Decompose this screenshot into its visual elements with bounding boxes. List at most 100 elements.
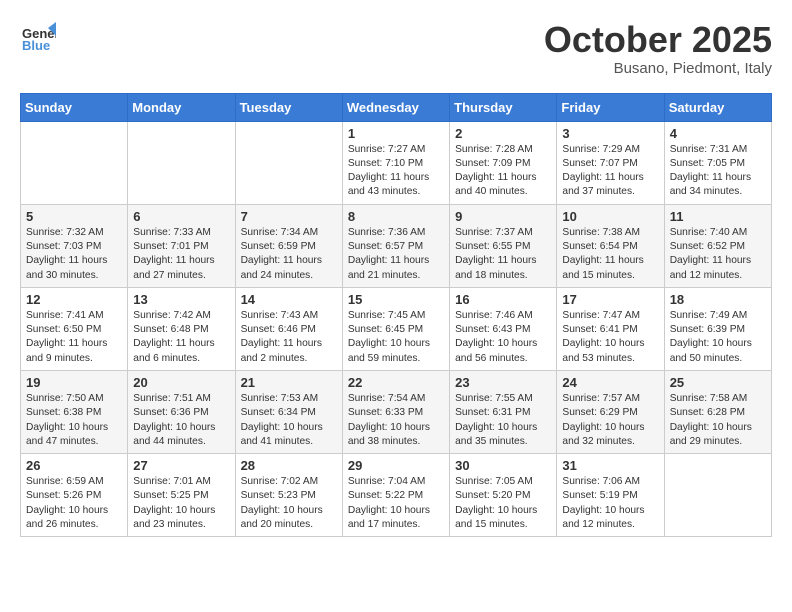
- calendar-cell: 19Sunrise: 7:50 AMSunset: 6:38 PMDayligh…: [21, 370, 128, 453]
- day-number: 15: [348, 292, 444, 307]
- day-number: 28: [241, 458, 337, 473]
- logo: General Blue: [20, 20, 56, 56]
- calendar-cell: 26 Sunrise: 6:59 AMSunset: 5:26 PMDayligh…: [21, 454, 128, 537]
- calendar-cell: 22 Sunrise: 7:54 AMSunset: 6:33 PMDayligh…: [342, 370, 449, 453]
- day-number: 18: [670, 292, 766, 307]
- week-row-2: 5 Sunrise: 7:32 AMSunset: 7:03 PMDaylight…: [21, 204, 772, 287]
- day-number: 23: [455, 375, 551, 390]
- calendar-cell: 16Sunrise: 7:46 AMSunset: 6:43 PMDayligh…: [450, 287, 557, 370]
- day-info: Sunrise: 7:36 AMSunset: 6:57 PMDaylight:…: [348, 226, 444, 283]
- calendar-cell: 8 Sunrise: 7:36 AMSunset: 6:57 PMDaylight…: [342, 204, 449, 287]
- day-number: 22: [348, 375, 444, 390]
- day-info: Sunrise: 7:38 AMSunset: 6:54 PMDaylight:…: [562, 226, 658, 283]
- day-info: Sunrise: 7:57 AMSunset: 6:29 PMDaylight:…: [562, 392, 658, 449]
- calendar-cell: 11Sunrise: 7:40 AMSunset: 6:52 PMDayligh…: [664, 204, 771, 287]
- location-subtitle: Busano, Piedmont, Italy: [544, 60, 772, 77]
- day-info: Sunrise: 7:42 AMSunset: 6:48 PMDaylight:…: [133, 309, 229, 366]
- day-info: Sunrise: 7:02 AMSunset: 5:23 PMDaylight:…: [241, 475, 337, 532]
- calendar-cell: 10 Sunrise: 7:38 AMSunset: 6:54 PMDayligh…: [557, 204, 664, 287]
- day-number: 10: [562, 209, 658, 224]
- day-number: 9: [455, 209, 551, 224]
- calendar-cell: 28 Sunrise: 7:02 AMSunset: 5:23 PMDayligh…: [235, 454, 342, 537]
- day-info: Sunrise: 7:37 AMSunset: 6:55 PMDaylight:…: [455, 226, 551, 283]
- day-number: 14: [241, 292, 337, 307]
- weekday-header-thursday: Thursday: [450, 93, 557, 121]
- calendar-cell: 15Sunrise: 7:45 AMSunset: 6:45 PMDayligh…: [342, 287, 449, 370]
- day-info: Sunrise: 7:41 AMSunset: 6:50 PMDaylight:…: [26, 309, 122, 366]
- calendar-cell: 17Sunrise: 7:47 AMSunset: 6:41 PMDayligh…: [557, 287, 664, 370]
- day-info: Sunrise: 7:01 AMSunset: 5:25 PMDaylight:…: [133, 475, 229, 532]
- calendar-cell: [21, 121, 128, 204]
- week-row-4: 19Sunrise: 7:50 AMSunset: 6:38 PMDayligh…: [21, 370, 772, 453]
- calendar-cell: 29 Sunrise: 7:04 AMSunset: 5:22 PMDayligh…: [342, 454, 449, 537]
- weekday-header-wednesday: Wednesday: [342, 93, 449, 121]
- weekday-header-monday: Monday: [128, 93, 235, 121]
- weekday-header-friday: Friday: [557, 93, 664, 121]
- weekday-header-tuesday: Tuesday: [235, 93, 342, 121]
- day-info: Sunrise: 7:51 AMSunset: 6:36 PMDaylight:…: [133, 392, 229, 449]
- day-info: Sunrise: 7:49 AMSunset: 6:39 PMDaylight:…: [670, 309, 766, 366]
- day-number: 4: [670, 126, 766, 141]
- calendar-cell: 2 Sunrise: 7:28 AMSunset: 7:09 PMDaylight…: [450, 121, 557, 204]
- day-info: Sunrise: 7:50 AMSunset: 6:38 PMDaylight:…: [26, 392, 122, 449]
- day-info: Sunrise: 7:40 AMSunset: 6:52 PMDaylight:…: [670, 226, 766, 283]
- day-info: Sunrise: 7:43 AMSunset: 6:46 PMDaylight:…: [241, 309, 337, 366]
- calendar-cell: 14 Sunrise: 7:43 AMSunset: 6:46 PMDayligh…: [235, 287, 342, 370]
- calendar-cell: [664, 454, 771, 537]
- week-row-3: 12 Sunrise: 7:41 AMSunset: 6:50 PMDayligh…: [21, 287, 772, 370]
- day-number: 2: [455, 126, 551, 141]
- day-number: 30: [455, 458, 551, 473]
- day-info: Sunrise: 6:59 AMSunset: 5:26 PMDaylight:…: [26, 475, 122, 532]
- page-header: General Blue October 2025 Busano, Piedmo…: [20, 20, 772, 77]
- day-info: Sunrise: 7:29 AMSunset: 7:07 PMDaylight:…: [562, 143, 658, 200]
- day-number: 7: [241, 209, 337, 224]
- day-info: Sunrise: 7:32 AMSunset: 7:03 PMDaylight:…: [26, 226, 122, 283]
- day-number: 24: [562, 375, 658, 390]
- day-info: Sunrise: 7:34 AMSunset: 6:59 PMDaylight:…: [241, 226, 337, 283]
- day-number: 26: [26, 458, 122, 473]
- day-info: Sunrise: 7:04 AMSunset: 5:22 PMDaylight:…: [348, 475, 444, 532]
- calendar-cell: 13Sunrise: 7:42 AMSunset: 6:48 PMDayligh…: [128, 287, 235, 370]
- month-title: October 2025: [544, 20, 772, 60]
- day-number: 1: [348, 126, 444, 141]
- calendar-cell: 23 Sunrise: 7:55 AMSunset: 6:31 PMDayligh…: [450, 370, 557, 453]
- day-info: Sunrise: 7:27 AMSunset: 7:10 PMDaylight:…: [348, 143, 444, 200]
- calendar-cell: 25Sunrise: 7:58 AMSunset: 6:28 PMDayligh…: [664, 370, 771, 453]
- calendar-table: SundayMondayTuesdayWednesdayThursdayFrid…: [20, 93, 772, 538]
- day-info: Sunrise: 7:55 AMSunset: 6:31 PMDaylight:…: [455, 392, 551, 449]
- calendar-cell: 1 Sunrise: 7:27 AMSunset: 7:10 PMDaylight…: [342, 121, 449, 204]
- calendar-cell: 9 Sunrise: 7:37 AMSunset: 6:55 PMDaylight…: [450, 204, 557, 287]
- calendar-cell: 5 Sunrise: 7:32 AMSunset: 7:03 PMDaylight…: [21, 204, 128, 287]
- day-number: 27: [133, 458, 229, 473]
- day-number: 12: [26, 292, 122, 307]
- calendar-cell: [235, 121, 342, 204]
- day-number: 6: [133, 209, 229, 224]
- calendar-cell: 21Sunrise: 7:53 AMSunset: 6:34 PMDayligh…: [235, 370, 342, 453]
- calendar-cell: 7 Sunrise: 7:34 AMSunset: 6:59 PMDaylight…: [235, 204, 342, 287]
- day-number: 8: [348, 209, 444, 224]
- weekday-header-sunday: Sunday: [21, 93, 128, 121]
- day-number: 31: [562, 458, 658, 473]
- svg-text:Blue: Blue: [22, 38, 50, 53]
- day-info: Sunrise: 7:53 AMSunset: 6:34 PMDaylight:…: [241, 392, 337, 449]
- day-info: Sunrise: 7:28 AMSunset: 7:09 PMDaylight:…: [455, 143, 551, 200]
- calendar-cell: [128, 121, 235, 204]
- day-info: Sunrise: 7:46 AMSunset: 6:43 PMDaylight:…: [455, 309, 551, 366]
- title-block: October 2025 Busano, Piedmont, Italy: [544, 20, 772, 77]
- calendar-cell: 18 Sunrise: 7:49 AMSunset: 6:39 PMDayligh…: [664, 287, 771, 370]
- calendar-cell: 3 Sunrise: 7:29 AMSunset: 7:07 PMDaylight…: [557, 121, 664, 204]
- week-row-5: 26 Sunrise: 6:59 AMSunset: 5:26 PMDayligh…: [21, 454, 772, 537]
- day-info: Sunrise: 7:47 AMSunset: 6:41 PMDaylight:…: [562, 309, 658, 366]
- weekday-header-saturday: Saturday: [664, 93, 771, 121]
- day-info: Sunrise: 7:58 AMSunset: 6:28 PMDaylight:…: [670, 392, 766, 449]
- day-info: Sunrise: 7:54 AMSunset: 6:33 PMDaylight:…: [348, 392, 444, 449]
- day-number: 20: [133, 375, 229, 390]
- calendar-cell: 31 Sunrise: 7:06 AMSunset: 5:19 PMDayligh…: [557, 454, 664, 537]
- day-number: 29: [348, 458, 444, 473]
- day-number: 5: [26, 209, 122, 224]
- weekday-header-row: SundayMondayTuesdayWednesdayThursdayFrid…: [21, 93, 772, 121]
- calendar-cell: 6 Sunrise: 7:33 AMSunset: 7:01 PMDaylight…: [128, 204, 235, 287]
- day-info: Sunrise: 7:06 AMSunset: 5:19 PMDaylight:…: [562, 475, 658, 532]
- day-number: 3: [562, 126, 658, 141]
- day-info: Sunrise: 7:33 AMSunset: 7:01 PMDaylight:…: [133, 226, 229, 283]
